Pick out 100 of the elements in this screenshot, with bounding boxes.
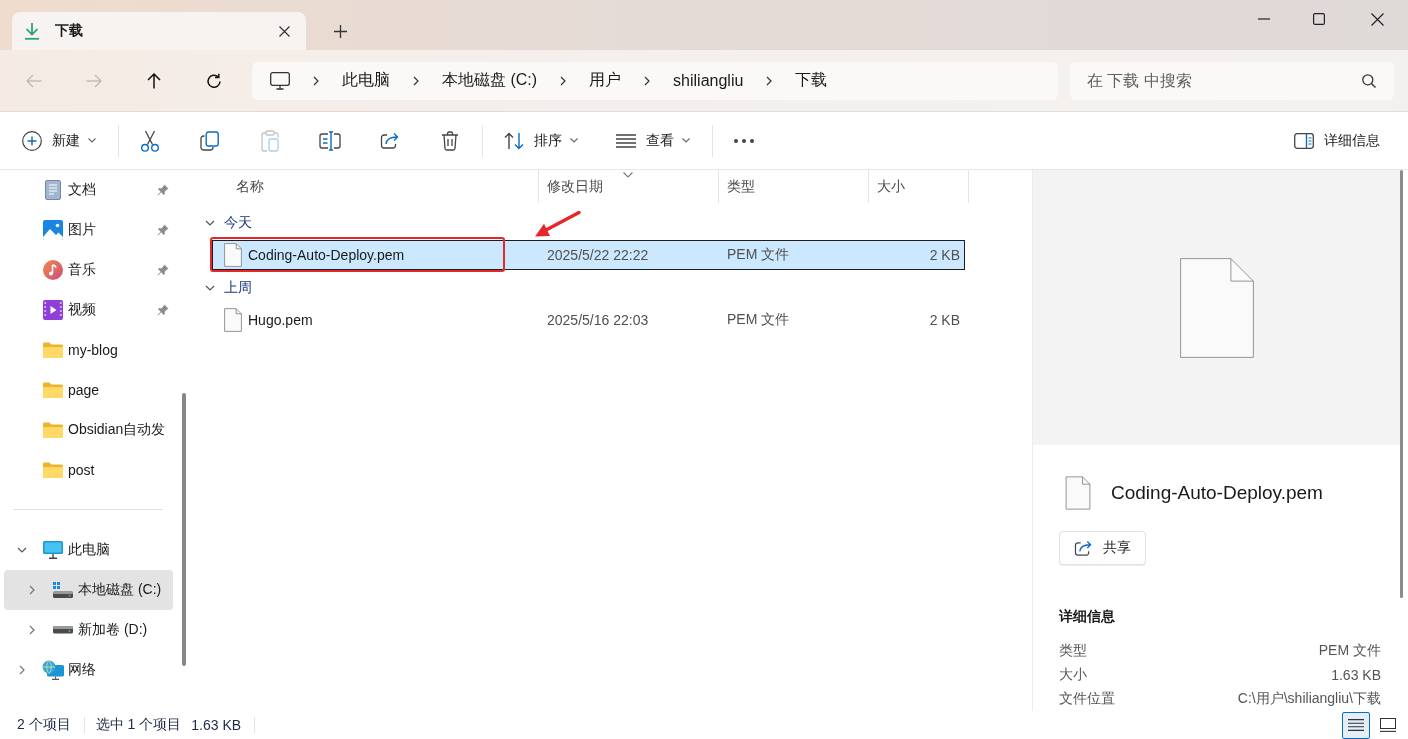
file-type: PEM 文件 [727,311,790,327]
item-count: 2 个项目 [17,716,71,734]
copy-icon [200,130,220,151]
column-header[interactable]: 大小 [869,170,969,203]
minimize-icon [1258,18,1270,20]
document-icon [1177,255,1256,360]
share-icon [380,131,400,150]
drive-icon [53,582,73,598]
lines-icon [616,133,636,148]
annotation-arrow [533,210,581,239]
caret-icon [682,138,690,143]
file-row[interactable]: Hugo.pem 2025/5/16 22:03 PEM 文件 2 KB [212,305,965,335]
file-icon [1065,476,1091,510]
group-header[interactable]: 上周 [205,271,252,305]
property-label: 大小 [1059,666,1087,684]
sidebar-item[interactable]: 新加卷 (D:) [4,610,173,650]
picture-icon [43,220,63,240]
plus-icon [333,24,347,38]
caret-icon [570,138,578,143]
property-value: 1.63 KB [1331,667,1381,683]
chevron-icon[interactable] [27,625,37,635]
folder-icon [43,422,63,438]
column-header[interactable]: 修改日期 [539,170,719,203]
search-field[interactable]: 在 下载 中搜索 [1070,61,1394,100]
close-icon [1370,12,1384,26]
pane-icon [1294,132,1314,149]
scrollbar[interactable] [182,393,186,666]
chevron-icon [560,75,567,86]
chevron-icon[interactable] [27,585,37,595]
new-button[interactable]: 新建 [12,122,106,159]
column-header[interactable]: 名称 [212,170,539,203]
file-name: Hugo.pem [248,312,313,328]
breadcrumb[interactable]: 此电脑 [342,65,390,96]
modified-date: 2025/5/16 22:03 [547,312,649,328]
group-header[interactable]: 今天 [205,206,252,240]
sidebar-item[interactable]: page [4,370,173,410]
file-size: 2 KB [929,247,960,263]
property-label: 类型 [1059,642,1087,660]
search-icon [1362,73,1376,88]
close-icon [278,25,290,37]
tiles-icon [1380,718,1396,732]
share-button[interactable]: 共享 [1059,531,1146,565]
breadcrumb[interactable]: shiliangliu [673,65,744,96]
caret-icon [88,138,96,143]
file-icon [224,243,242,267]
sidebar-item[interactable]: 图片 [4,210,173,250]
drive-icon [53,626,73,634]
scissors-icon [140,129,160,152]
chevron-icon [413,75,419,86]
details-view-button[interactable] [1342,711,1370,739]
sidebar-item[interactable]: 本地磁盘 (C:) [4,570,173,610]
breadcrumb[interactable]: 下载 [795,65,828,96]
sidebar-item[interactable]: 文档 [4,170,173,210]
sort-arrows-icon [504,131,524,150]
details-pane-button[interactable]: 详细信息 [1284,122,1390,159]
sidebar-item[interactable]: 此电脑 [4,530,173,570]
chevron-icon [644,75,651,86]
file-type: PEM 文件 [727,246,790,262]
music-note-icon [43,260,63,280]
sort-button[interactable]: 排序 [494,122,588,159]
view-button[interactable]: 查看 [606,122,700,159]
address-bar[interactable]: 此电脑 本地磁盘 (C:) 用户 shiliangliu 下载 [252,61,1058,100]
scrollbar[interactable] [1400,170,1403,598]
tab[interactable]: 下载 [12,12,306,50]
chevron-icon [766,75,773,86]
sidebar-item[interactable]: 视频 [4,290,173,330]
sidebar-item[interactable]: 网络 [4,650,173,690]
trash-icon [441,130,459,151]
file-size: 2 KB [929,312,960,328]
monitor-icon [43,541,63,559]
file-name-title: Coding-Auto-Deploy.pem [1111,482,1323,504]
sidebar-item[interactable]: my-blog [4,330,173,370]
column-header[interactable]: 类型 [719,170,869,203]
chevron-icon[interactable] [205,283,215,293]
file-name: Coding-Auto-Deploy.pem [248,247,405,263]
folder-icon [43,342,63,358]
modified-date: 2025/5/22 22:22 [547,247,649,263]
property-label: 文件位置 [1059,690,1115,708]
selection-count: 选中 1 个项目 [95,716,182,734]
more-icon [734,138,754,143]
sidebar-item[interactable]: post [4,450,173,490]
breadcrumb[interactable]: 用户 [589,65,622,96]
sidebar-item[interactable]: 音乐 [4,250,173,290]
folder-icon [43,462,63,478]
list-icon [1348,719,1364,731]
sidebar-item[interactable]: Obsidian自动发 [4,410,173,450]
property-value: C:\用户\shiliangliu\下载 [1237,690,1381,708]
clipboard-icon [261,129,279,152]
breadcrumb[interactable]: 本地磁盘 (C:) [442,65,538,96]
sort-caret-icon[interactable] [623,172,633,178]
chevron-icon[interactable] [205,218,215,228]
computer-icon [270,71,290,90]
chevron-icon[interactable] [17,545,27,555]
plus-circle-icon [22,130,42,151]
document-icon [45,180,61,200]
rename-icon [319,130,341,151]
maximize-icon [1313,13,1325,25]
chevron-icon [313,75,319,86]
chevron-icon[interactable] [17,665,27,675]
network-icon [42,660,64,680]
